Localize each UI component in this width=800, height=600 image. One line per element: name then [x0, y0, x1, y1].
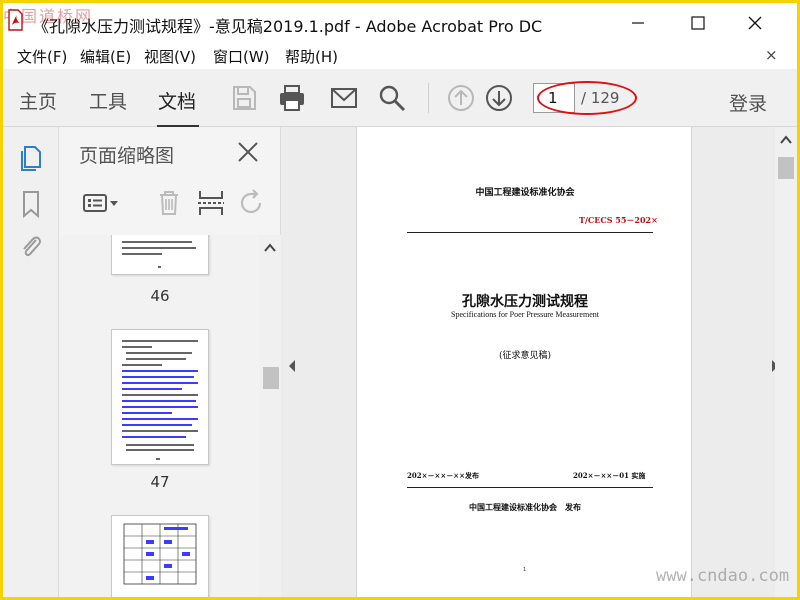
page-number: 1: [523, 567, 527, 573]
toolbar: 主页 工具 文档 1 / 129 登录: [3, 69, 797, 128]
org-header: 中国工程建设标准化协会: [475, 188, 575, 198]
acrobat-app-icon: [8, 9, 23, 31]
document-title: 孔隙水压力测试规程: [462, 294, 588, 310]
thumbnail-page-number: 46: [150, 287, 170, 305]
document-scrollbar[interactable]: [775, 127, 797, 597]
scrollbar-thumb[interactable]: [778, 157, 794, 179]
next-page-icon[interactable]: [484, 83, 514, 113]
menu-edit[interactable]: 编辑(E): [80, 46, 131, 67]
minimize-button[interactable]: [626, 11, 650, 35]
tab-tools[interactable]: 工具: [89, 87, 127, 114]
scrollbar-thumb[interactable]: [263, 367, 279, 389]
table-thumbnail-graphic: [123, 523, 197, 585]
rotate-icon[interactable]: [235, 187, 267, 219]
maximize-button[interactable]: [686, 11, 710, 35]
left-navigation-strip: [3, 127, 59, 597]
close-document-button[interactable]: ×: [765, 46, 778, 64]
toolbar-separator: [428, 83, 429, 113]
print-icon[interactable]: [277, 83, 307, 113]
thumbnail-scrollbar[interactable]: [259, 235, 281, 597]
page-thumbnail[interactable]: [111, 235, 209, 275]
menu-bar: 文件(F) 编辑(E) 视图(V) 窗口(W) 帮助(H) ×: [3, 43, 797, 69]
acrobat-window: 中国道桥网 《孔隙水压力测试规程》-意见稿2019.1.pdf - Adobe …: [3, 3, 797, 597]
panel-title: 页面缩略图: [79, 145, 175, 167]
watermark-bottom-right: www.cndao.com: [656, 566, 790, 586]
search-icon[interactable]: [377, 83, 407, 113]
document-subtitle: Specifications for Poer Pressure Measure…: [451, 310, 599, 319]
footer-rule: [407, 487, 653, 488]
login-link[interactable]: 登录: [729, 89, 767, 116]
draft-note: (征求意见稿): [498, 351, 552, 361]
annotation-ellipse: [537, 81, 637, 115]
email-icon[interactable]: [329, 83, 359, 113]
page-thumbnail[interactable]: [111, 329, 209, 465]
pages-icon[interactable]: [17, 143, 45, 173]
menu-file[interactable]: 文件(F): [17, 46, 67, 67]
attachment-icon[interactable]: [17, 231, 45, 261]
scroll-up-icon[interactable]: [780, 135, 792, 145]
close-window-button[interactable]: [743, 11, 767, 35]
thumbnail-page-number: 47: [150, 473, 170, 491]
thumbnail-options-icon[interactable]: [81, 187, 121, 219]
thumbnail-list: 46 47: [59, 235, 259, 597]
menu-view[interactable]: 视图(V): [144, 46, 196, 67]
header-rule: [407, 232, 653, 233]
scroll-up-icon[interactable]: [264, 243, 276, 253]
collapse-left-panel-icon[interactable]: [287, 359, 297, 373]
document-viewer: 中国工程建设标准化协会 T/CECS 55－202× 孔隙水压力测试规程 Spe…: [281, 127, 797, 597]
prev-page-icon[interactable]: [446, 83, 476, 113]
page-thumbnail[interactable]: [111, 515, 209, 597]
issue-date: 202×－××－××发布: [407, 471, 479, 480]
thumbnail-toolbar: [59, 179, 281, 229]
tab-home[interactable]: 主页: [19, 87, 57, 114]
close-panel-icon[interactable]: [235, 139, 261, 165]
delete-icon[interactable]: [153, 187, 185, 219]
publisher: 中国工程建设标准化协会 发布: [469, 502, 581, 512]
document-page: 中国工程建设标准化协会 T/CECS 55－202× 孔隙水压力测试规程 Spe…: [356, 127, 692, 597]
window-title: 《孔隙水压力测试规程》-意见稿2019.1.pdf - Adobe Acroba…: [33, 17, 543, 36]
implementation-date: 202×－××－01 实施: [573, 471, 646, 480]
insert-page-icon[interactable]: [195, 187, 227, 219]
page-thumbnails-panel: 页面缩略图 46 47: [59, 127, 281, 597]
menu-help[interactable]: 帮助(H): [285, 46, 338, 67]
tab-document[interactable]: 文档: [158, 87, 196, 114]
save-icon[interactable]: [229, 83, 259, 113]
title-bar: 中国道桥网 《孔隙水压力测试规程》-意见稿2019.1.pdf - Adobe …: [3, 3, 797, 43]
menu-window[interactable]: 窗口(W): [213, 46, 270, 67]
bookmark-icon[interactable]: [17, 189, 45, 219]
standard-code: T/CECS 55－202×: [579, 215, 658, 225]
